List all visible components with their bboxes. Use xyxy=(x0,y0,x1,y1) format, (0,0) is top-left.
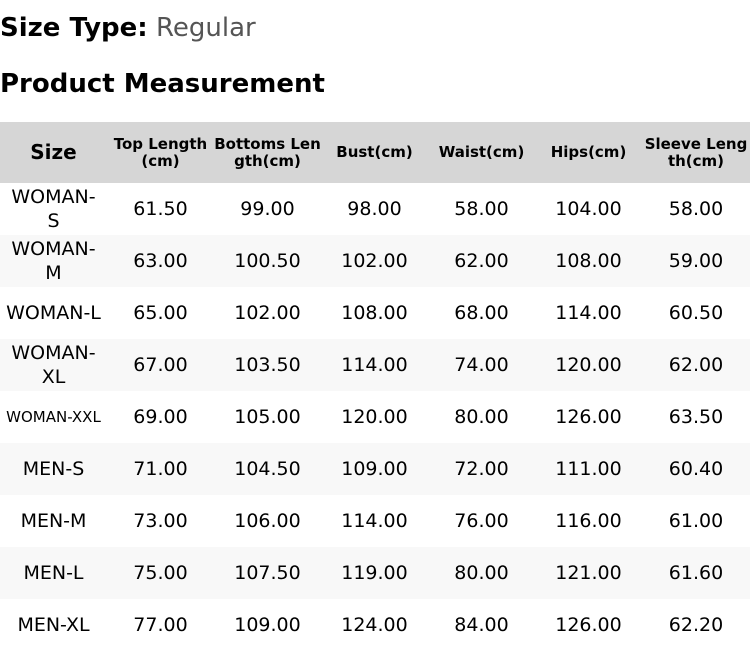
measurement-table: Size Top Length(cm) Bottoms Length(cm) Bust… xyxy=(0,122,750,651)
measurement-cell: 126.00 xyxy=(535,599,642,651)
column-header: Sleeve Length(cm) xyxy=(642,122,750,183)
table-row: MEN-L 75.00 107.50 119.00 80.00 121.00 61.60 xyxy=(0,547,750,599)
column-header: Hips(cm) xyxy=(535,122,642,183)
column-header: Bottoms Length(cm) xyxy=(214,122,321,183)
measurement-cell: 111.00 xyxy=(535,443,642,495)
measurement-cell: 76.00 xyxy=(428,495,535,547)
measurement-cell: 102.00 xyxy=(214,287,321,339)
measurement-cell: 59.00 xyxy=(642,235,750,287)
measurement-cell: 73.00 xyxy=(107,495,214,547)
measurement-cell: 75.00 xyxy=(107,547,214,599)
measurement-cell: 62.00 xyxy=(642,339,750,391)
measurement-cell: 100.50 xyxy=(214,235,321,287)
measurement-cell: 80.00 xyxy=(428,547,535,599)
measurement-cell: 126.00 xyxy=(535,391,642,443)
measurement-cell: 104.50 xyxy=(214,443,321,495)
measurement-cell: 63.00 xyxy=(107,235,214,287)
measurement-cell: 61.60 xyxy=(642,547,750,599)
size-cell: MEN-L xyxy=(0,547,107,599)
measurement-cell: 62.00 xyxy=(428,235,535,287)
measurement-cell: 98.00 xyxy=(321,183,428,235)
measurement-cell: 104.00 xyxy=(535,183,642,235)
measurement-cell: 105.00 xyxy=(214,391,321,443)
measurement-cell: 60.40 xyxy=(642,443,750,495)
measurement-cell: 109.00 xyxy=(321,443,428,495)
measurement-cell: 84.00 xyxy=(428,599,535,651)
column-header: Top Length(cm) xyxy=(107,122,214,183)
size-type-value: Regular xyxy=(155,13,256,43)
table-row: MEN-XL 77.00 109.00 124.00 84.00 126.00 62.20 xyxy=(0,599,750,651)
measurement-cell: 108.00 xyxy=(535,235,642,287)
table-row: MEN-S 71.00 104.50 109.00 72.00 111.00 60.40 xyxy=(0,443,750,495)
measurement-cell: 124.00 xyxy=(321,599,428,651)
measurement-cell: 114.00 xyxy=(321,339,428,391)
table-row: WOMAN-S 61.50 99.00 98.00 58.00 104.00 58.00 xyxy=(0,183,750,235)
size-cell: WOMAN-L xyxy=(0,287,107,339)
section-title: Product Measurement xyxy=(0,69,325,99)
table-row: WOMAN-M 63.00 100.50 102.00 62.00 108.00 59.00 xyxy=(0,235,750,287)
measurement-cell: 114.00 xyxy=(535,287,642,339)
measurement-cell: 106.00 xyxy=(214,495,321,547)
measurement-cell: 114.00 xyxy=(321,495,428,547)
size-cell: WOMAN-XXL xyxy=(0,391,107,443)
measurement-cell: 108.00 xyxy=(321,287,428,339)
measurement-cell: 120.00 xyxy=(535,339,642,391)
table-row: WOMAN-XL 67.00 103.50 114.00 74.00 120.00 62.0… xyxy=(0,339,750,391)
measurement-cell: 61.00 xyxy=(642,495,750,547)
measurement-cell: 72.00 xyxy=(428,443,535,495)
size-cell: MEN-M xyxy=(0,495,107,547)
measurement-cell: 109.00 xyxy=(214,599,321,651)
measurement-cell: 58.00 xyxy=(642,183,750,235)
table-row: WOMAN-L 65.00 102.00 108.00 68.00 114.00 60.50 xyxy=(0,287,750,339)
measurement-cell: 80.00 xyxy=(428,391,535,443)
header-row: Size Top Length(cm) Bottoms Length(cm) Bust… xyxy=(0,122,750,183)
size-type: Size Type: Regular xyxy=(0,10,256,46)
table-row: WOMAN-XXL 69.00 105.00 120.00 80.00 126.00 63.… xyxy=(0,391,750,443)
measurement-cell: 61.50 xyxy=(107,183,214,235)
size-type-label: Size Type: xyxy=(0,13,148,43)
measurement-cell: 67.00 xyxy=(107,339,214,391)
measurement-cell: 68.00 xyxy=(428,287,535,339)
measurement-cell: 65.00 xyxy=(107,287,214,339)
measurement-cell: 71.00 xyxy=(107,443,214,495)
measurement-cell: 77.00 xyxy=(107,599,214,651)
size-cell: WOMAN-M xyxy=(0,235,107,287)
measurement-cell: 99.00 xyxy=(214,183,321,235)
measurement-cell: 116.00 xyxy=(535,495,642,547)
measurement-cell: 58.00 xyxy=(428,183,535,235)
measurement-cell: 103.50 xyxy=(214,339,321,391)
measurement-cell: 74.00 xyxy=(428,339,535,391)
column-header: Bust(cm) xyxy=(321,122,428,183)
size-cell: WOMAN-XL xyxy=(0,339,107,391)
measurement-cell: 69.00 xyxy=(107,391,214,443)
measurement-cell: 62.20 xyxy=(642,599,750,651)
measurement-cell: 102.00 xyxy=(321,235,428,287)
measurement-cell: 63.50 xyxy=(642,391,750,443)
size-cell: WOMAN-S xyxy=(0,183,107,235)
measurement-cell: 60.50 xyxy=(642,287,750,339)
size-cell: MEN-XL xyxy=(0,599,107,651)
measurement-cell: 107.50 xyxy=(214,547,321,599)
table-body: WOMAN-S 61.50 99.00 98.00 58.00 104.00 58.00 WO… xyxy=(0,183,750,651)
size-cell: MEN-S xyxy=(0,443,107,495)
column-header: Size xyxy=(0,122,107,183)
measurement-cell: 119.00 xyxy=(321,547,428,599)
measurement-cell: 121.00 xyxy=(535,547,642,599)
column-header: Waist(cm) xyxy=(428,122,535,183)
measurement-cell: 120.00 xyxy=(321,391,428,443)
table-row: MEN-M 73.00 106.00 114.00 76.00 116.00 61.00 xyxy=(0,495,750,547)
